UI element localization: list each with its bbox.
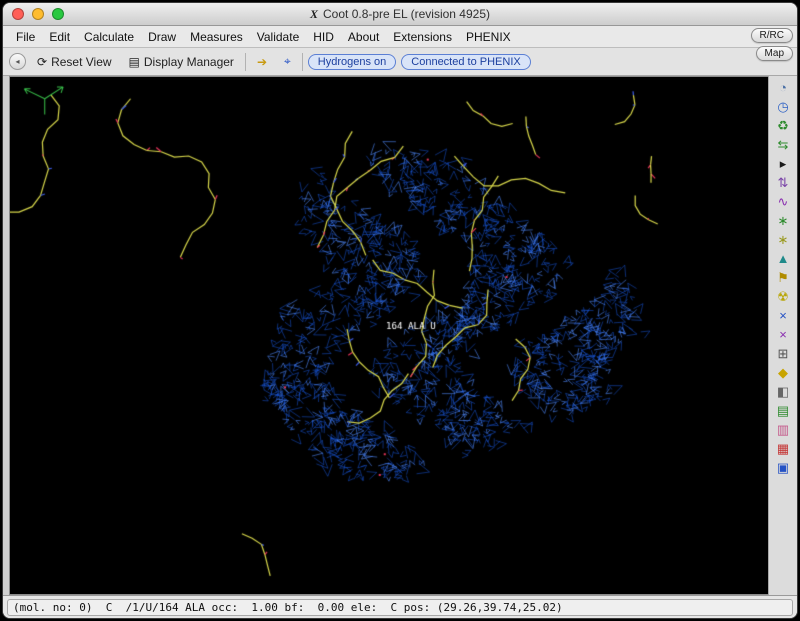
reset-view-button[interactable]: ⟳ Reset View bbox=[31, 53, 118, 71]
expand-icon[interactable]: ▸ bbox=[773, 155, 793, 172]
menu-hid[interactable]: HID bbox=[306, 28, 341, 46]
model-toolbar: ◔ ◷ ♻ ⇆ ▸ ⇅ ∿ ∗ ∗ ▲ ⚑ ☢ × × ⊞ ◆ ◧ ▤ ▥ ▦ ▣ bbox=[768, 76, 797, 595]
refine-arrows-icon[interactable]: ⇆ bbox=[773, 136, 793, 153]
go-to-atom-button[interactable]: ➔ bbox=[251, 53, 273, 71]
menu-phenix[interactable]: PHENIX bbox=[459, 28, 518, 46]
toolbar-separator bbox=[302, 53, 303, 71]
status-text: (mol. no: 0) C /1/U/164 ALA occ: 1.00 bf… bbox=[7, 599, 793, 616]
orientation-sphere-icon[interactable]: ◔ bbox=[773, 79, 793, 96]
recycle-icon[interactable]: ♻ bbox=[773, 117, 793, 134]
menu-extensions[interactable]: Extensions bbox=[386, 28, 459, 46]
clock-icon[interactable]: ◷ bbox=[773, 98, 793, 115]
display-manager-label: Display Manager bbox=[144, 55, 234, 69]
toolbar-separator bbox=[245, 53, 246, 71]
menu-edit[interactable]: Edit bbox=[42, 28, 77, 46]
sequence-view-button[interactable]: ⌖ bbox=[278, 52, 297, 71]
statusbar: (mol. no: 0) C /1/U/164 ALA occ: 1.00 bf… bbox=[3, 595, 797, 618]
menubar: FileEditCalculateDrawMeasuresValidateHID… bbox=[3, 26, 797, 48]
radiation-icon[interactable]: ☢ bbox=[773, 288, 793, 305]
reset-view-icon: ⟳ bbox=[37, 55, 47, 69]
graphics-viewport[interactable] bbox=[9, 76, 768, 595]
eraser-icon[interactable]: ▥ bbox=[773, 421, 793, 438]
flag-icon[interactable]: ⚑ bbox=[773, 269, 793, 286]
add-atom-icon[interactable]: ⊞ bbox=[773, 345, 793, 362]
traffic-lights bbox=[12, 8, 64, 20]
menu-measures[interactable]: Measures bbox=[183, 28, 250, 46]
toolbar-collapse-button[interactable]: ◂ bbox=[9, 53, 26, 70]
menu-file[interactable]: File bbox=[9, 28, 42, 46]
menu-calculate[interactable]: Calculate bbox=[77, 28, 141, 46]
zoom-button[interactable] bbox=[52, 8, 64, 20]
sequence-view-icon: ⌖ bbox=[284, 54, 291, 69]
corner-buttons: R/RC Map bbox=[751, 28, 793, 61]
density-fit-icon[interactable]: ▲ bbox=[773, 250, 793, 267]
hydrogens-toggle-button[interactable]: Hydrogens on bbox=[308, 54, 397, 70]
checklist-icon[interactable]: ▤ bbox=[773, 402, 793, 419]
main-content: ◔ ◷ ♻ ⇆ ▸ ⇅ ∿ ∗ ∗ ▲ ⚑ ☢ × × ⊞ ◆ ◧ ▤ ▥ ▦ ▣ bbox=[3, 76, 797, 595]
rotamer-icon[interactable]: ∗ bbox=[773, 212, 793, 229]
close-button[interactable] bbox=[12, 8, 24, 20]
map-button[interactable]: Map bbox=[756, 46, 793, 61]
menu-validate[interactable]: Validate bbox=[250, 28, 306, 46]
mutate-icon[interactable]: ∗ bbox=[773, 231, 793, 248]
phenix-connection-badge[interactable]: Connected to PHENIX bbox=[401, 54, 530, 70]
coot-window: X Coot 0.8-pre EL (revision 4925) FileEd… bbox=[2, 2, 798, 619]
diamond-icon[interactable]: ◆ bbox=[773, 364, 793, 381]
viewport-canvas[interactable] bbox=[10, 77, 768, 594]
color-map-icon[interactable]: ▦ bbox=[773, 440, 793, 457]
window-title: Coot 0.8-pre EL (revision 4925) bbox=[323, 7, 490, 21]
menu-draw[interactable]: Draw bbox=[141, 28, 183, 46]
delete-icon[interactable]: ◧ bbox=[773, 383, 793, 400]
flip-icon[interactable]: × bbox=[773, 326, 793, 343]
map-panel-icon[interactable]: ▣ bbox=[773, 459, 793, 476]
display-manager-button[interactable]: ▤ Display Manager bbox=[123, 53, 240, 71]
ribbon-icon[interactable]: ∿ bbox=[773, 193, 793, 210]
reset-view-label: Reset View bbox=[51, 55, 111, 69]
go-to-atom-icon: ➔ bbox=[257, 55, 267, 69]
toolbar: ◂ ⟳ Reset View ▤ Display Manager ➔ ⌖ Hyd… bbox=[3, 48, 797, 76]
cis-trans-icon[interactable]: × bbox=[773, 307, 793, 324]
titlebar[interactable]: X Coot 0.8-pre EL (revision 4925) bbox=[3, 3, 797, 26]
display-manager-icon: ▤ bbox=[129, 55, 140, 69]
x11-icon: X bbox=[310, 7, 318, 22]
rrc-button[interactable]: R/RC bbox=[751, 28, 793, 43]
minimize-button[interactable] bbox=[32, 8, 44, 20]
menu-about[interactable]: About bbox=[341, 28, 386, 46]
rotate-translate-icon[interactable]: ⇅ bbox=[773, 174, 793, 191]
